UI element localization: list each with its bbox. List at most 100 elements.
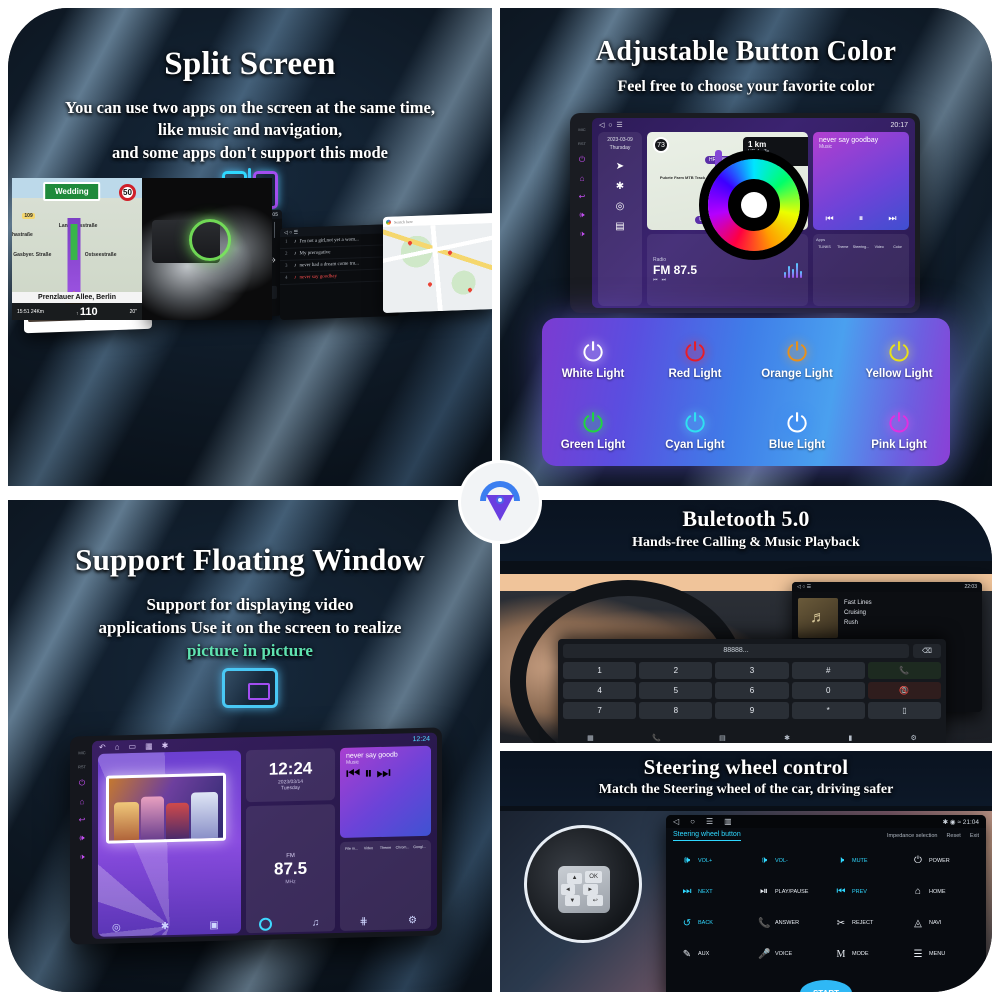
dialed-number[interactable]: 88888... xyxy=(563,644,909,658)
sync-icon[interactable]: ▮ xyxy=(848,734,852,742)
home-icon[interactable]: ⌂ xyxy=(115,742,120,751)
floating-pip-window[interactable] xyxy=(106,772,226,844)
sw-button-vol-up[interactable]: 🕪 VOL+ xyxy=(673,846,748,875)
apps-layers-icon[interactable]: ▤ xyxy=(615,221,624,232)
recents-icon[interactable]: ☰ xyxy=(706,817,713,826)
sw-button-home[interactable]: ⌂ HOME xyxy=(904,877,979,906)
key-3[interactable]: 3 xyxy=(715,662,789,679)
settings-icon[interactable]: ◎ xyxy=(616,201,625,212)
bt-music-icon[interactable]: ✱ xyxy=(784,734,790,742)
wheel-key-down[interactable]: ▼ xyxy=(565,895,580,907)
sw-button-back[interactable]: ↺ BACK xyxy=(673,909,748,938)
key-star[interactable]: * xyxy=(791,702,865,719)
power-icon[interactable]: ⏻ xyxy=(579,155,585,165)
light-option-white[interactable]: ⏻ White Light xyxy=(542,340,644,380)
equalizer-icon[interactable]: ⋕ xyxy=(360,916,368,927)
light-option-cyan[interactable]: ⏻ Cyan Light xyxy=(644,411,746,451)
next-track-icon[interactable]: ⏭ xyxy=(888,213,896,224)
app-color[interactable]: Color xyxy=(889,244,906,249)
light-option-green[interactable]: ⏻ Green Light xyxy=(542,411,644,451)
wheel-key-up[interactable]: ▲ xyxy=(567,872,582,884)
android-nav-icons[interactable]: ↶ ⌂ ▭ ▦ ✱ xyxy=(99,741,168,752)
sw-button-voice[interactable]: 🎤 VOICE xyxy=(750,940,825,969)
sw-button-menu[interactable]: ☰ MENU xyxy=(904,940,979,969)
back-icon[interactable]: ↶ xyxy=(99,743,106,752)
android-nav-icons[interactable]: ◁ ○ ☰ ▥ xyxy=(673,817,732,826)
call-button[interactable]: 📞 xyxy=(867,662,941,679)
contacts-icon[interactable]: ▤ xyxy=(719,734,726,742)
bt-nav-icons[interactable]: ◁ ○ ☰ xyxy=(797,584,811,590)
color-picker-wheel[interactable] xyxy=(707,159,800,252)
apps-icon[interactable]: ▥ xyxy=(724,817,732,826)
power-icon[interactable]: ⏻ xyxy=(79,778,85,788)
light-option-pink[interactable]: ⏻ Pink Light xyxy=(848,411,950,451)
navigation-icon[interactable]: ➤ xyxy=(616,161,624,172)
app-video[interactable]: Video xyxy=(871,244,888,249)
app-play-store[interactable]: Googl... xyxy=(411,844,428,849)
video-widget[interactable] xyxy=(98,750,242,937)
app-file-manager[interactable]: File m... xyxy=(343,845,360,851)
key-4[interactable]: 4 xyxy=(563,682,637,699)
volume-down-icon[interactable]: 🕩 xyxy=(579,229,584,239)
key-2[interactable]: 2 xyxy=(639,662,713,679)
sw-button-aux[interactable]: ✎ AUX xyxy=(673,940,748,969)
sw-button-navi[interactable]: ◬ NAVI xyxy=(904,909,979,938)
key-1[interactable]: 1 xyxy=(563,662,637,679)
bluetooth-icon[interactable]: ✱ xyxy=(616,181,624,192)
impedance-selection-button[interactable]: Impedance selection xyxy=(887,833,937,839)
sw-button-prev[interactable]: ⏮ PREV xyxy=(827,877,902,906)
music-transport[interactable]: ⏮ ⏸ ⏭ xyxy=(813,213,909,224)
sw-button-vol-down[interactable]: 🕩 VOL- xyxy=(750,846,825,875)
back-icon[interactable]: ↩ xyxy=(579,192,586,201)
exit-button[interactable]: Exit xyxy=(970,833,979,839)
back-icon[interactable]: ◁ xyxy=(673,817,679,826)
app-theme[interactable]: Theme xyxy=(377,845,394,850)
app-theme[interactable]: Theme xyxy=(834,244,851,249)
wheel-key-ok[interactable]: OK xyxy=(585,870,603,883)
call-log-icon[interactable]: 📞 xyxy=(652,734,661,742)
settings-icon[interactable]: ⚙ xyxy=(911,734,917,742)
prev-track-icon[interactable]: ⏮ xyxy=(346,765,360,782)
end-call-button[interactable]: 📵 xyxy=(867,682,941,699)
app-tlinks[interactable]: TLINKS xyxy=(816,244,833,249)
music-transport[interactable]: ⏮ ⏸ ⏭ xyxy=(346,764,425,784)
bluetooth-icon[interactable]: ✱ xyxy=(161,921,169,932)
volume-up-icon[interactable]: 🕪 xyxy=(79,833,84,843)
key-hash[interactable]: # xyxy=(791,662,865,679)
volume-up-icon[interactable]: 🕪 xyxy=(579,210,584,220)
tab-steering-wheel-button[interactable]: Steering wheel button xyxy=(673,831,741,841)
maps-canvas[interactable] xyxy=(383,223,492,313)
next-track-icon[interactable]: ⏭ xyxy=(376,765,390,782)
music-widget[interactable]: never say goodb Music ⏮ ⏸ ⏭ xyxy=(340,745,431,838)
wheel-key-left[interactable]: ◄ xyxy=(560,884,576,896)
assistant-icon[interactable] xyxy=(258,917,272,931)
backspace-icon[interactable]: ⌫ xyxy=(913,644,941,658)
key-8[interactable]: 8 xyxy=(639,702,713,719)
radio-icon[interactable]: ▣ xyxy=(209,919,218,930)
light-option-yellow[interactable]: ⏻ Yellow Light xyxy=(848,340,950,380)
clock-widget[interactable]: 12:24 2023/03/14 Tuesday xyxy=(246,748,335,803)
app-video[interactable]: Video xyxy=(360,845,377,850)
key-6[interactable]: 6 xyxy=(715,682,789,699)
sw-button-play-pause[interactable]: ⏯ PLAY/PAUSE xyxy=(750,877,825,906)
start-button[interactable]: START xyxy=(800,980,852,992)
video-pane[interactable] xyxy=(142,177,272,320)
sw-button-mode[interactable]: M MODE xyxy=(827,940,902,969)
reset-button[interactable]: Reset xyxy=(946,833,960,839)
sw-button-reject[interactable]: ✂ REJECT xyxy=(827,909,902,938)
wheel-key-right[interactable]: ► xyxy=(583,884,598,896)
navigation-pane[interactable]: Wedding 50 Langhansstraße Ostseestraße G… xyxy=(12,177,142,320)
settings-icon[interactable]: ⚙ xyxy=(408,915,417,926)
keypad-icon[interactable]: ▦ xyxy=(587,734,594,742)
pause-icon[interactable]: ⏸ xyxy=(859,213,864,224)
light-option-blue[interactable]: ⏻ Blue Light xyxy=(746,411,848,451)
android-nav-icons[interactable]: ◁ ○ ☰ xyxy=(599,121,623,129)
app-steering[interactable]: Steering... xyxy=(853,244,870,249)
light-option-red[interactable]: ⏻ Red Light xyxy=(644,340,746,380)
sw-button-next[interactable]: ⏭ NEXT xyxy=(673,877,748,906)
volume-down-icon[interactable]: 🕩 xyxy=(79,852,84,862)
sw-button-mute[interactable]: 🕨 MUTE xyxy=(827,846,902,875)
sw-button-power[interactable]: ⏻ POWER xyxy=(904,846,979,875)
recents-icon[interactable]: ▭ xyxy=(129,742,137,751)
back-icon[interactable]: ↩ xyxy=(79,815,86,824)
